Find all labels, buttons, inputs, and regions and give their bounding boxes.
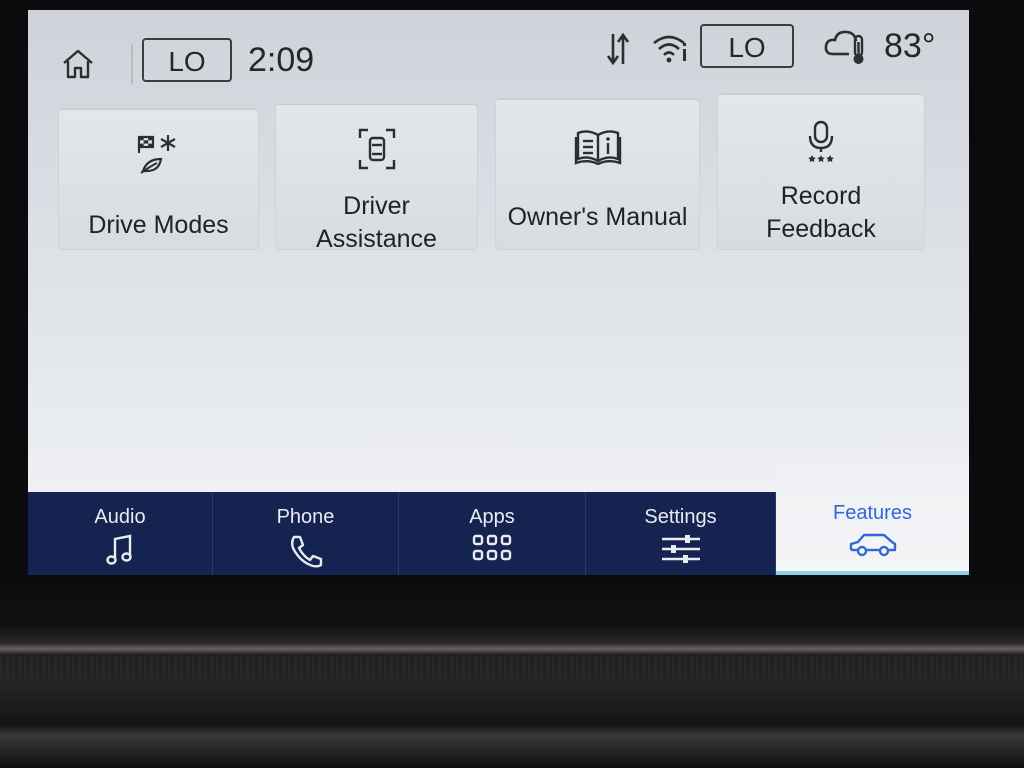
nav-features[interactable]: Features — [776, 464, 969, 575]
sliders-icon — [661, 534, 701, 569]
home-icon[interactable] — [60, 46, 96, 82]
nav-phone-label: Phone — [276, 506, 335, 528]
phone-icon — [288, 534, 324, 573]
data-sync-icon — [606, 30, 630, 68]
owners-manual-icon — [574, 127, 622, 170]
owners-manual-label: Owner's Manual — [507, 203, 688, 231]
drive-modes-tile[interactable]: Drive Modes — [59, 109, 258, 249]
outside-temperature: 83° — [884, 27, 936, 65]
active-tab-indicator — [776, 571, 969, 575]
record-feedback-label-line2: Feedback — [766, 215, 876, 243]
drive-modes-label: Drive Modes — [88, 211, 229, 239]
driver-assistance-icon — [358, 128, 396, 175]
clock: 2:09 — [248, 41, 315, 79]
nav-apps-label: Apps — [469, 506, 515, 528]
nav-apps[interactable]: Apps — [399, 492, 586, 575]
wifi-info-icon — [652, 32, 690, 64]
nav-audio-label: Audio — [94, 506, 146, 528]
record-feedback-tile[interactable]: Record Feedback — [718, 94, 924, 249]
microphone-icon — [806, 120, 836, 167]
nav-audio[interactable]: Audio — [28, 492, 213, 575]
dashboard-trim — [0, 585, 1024, 768]
drive-modes-icon — [135, 133, 183, 182]
car-icon — [848, 532, 898, 563]
driver-assistance-label-line2: Assistance — [316, 225, 437, 253]
record-feedback-label-line1: Record — [780, 182, 862, 210]
nav-settings-label: Settings — [644, 506, 717, 528]
nav-phone[interactable]: Phone — [213, 492, 399, 575]
driver-climate-button[interactable]: LO — [142, 38, 232, 82]
cloud-thermometer-icon — [823, 26, 871, 66]
status-divider — [131, 44, 133, 84]
status-bar: LO 2:09 LO 83° — [28, 10, 969, 90]
driver-assistance-label-line1: Driver — [343, 192, 410, 220]
nav-settings[interactable]: Settings — [586, 492, 776, 575]
driver-assistance-tile[interactable]: Driver Assistance — [276, 104, 477, 253]
music-note-icon — [106, 534, 134, 571]
passenger-climate-button[interactable]: LO — [700, 24, 794, 68]
bottom-nav-bar: Audio Phone Apps Settings Features — [28, 464, 969, 575]
infotainment-screen: LO 2:09 LO 83° Drive Modes Driver Assist… — [28, 10, 969, 575]
apps-grid-icon — [472, 534, 512, 567]
nav-features-label: Features — [833, 502, 912, 524]
owners-manual-tile[interactable]: Owner's Manual — [496, 99, 699, 249]
